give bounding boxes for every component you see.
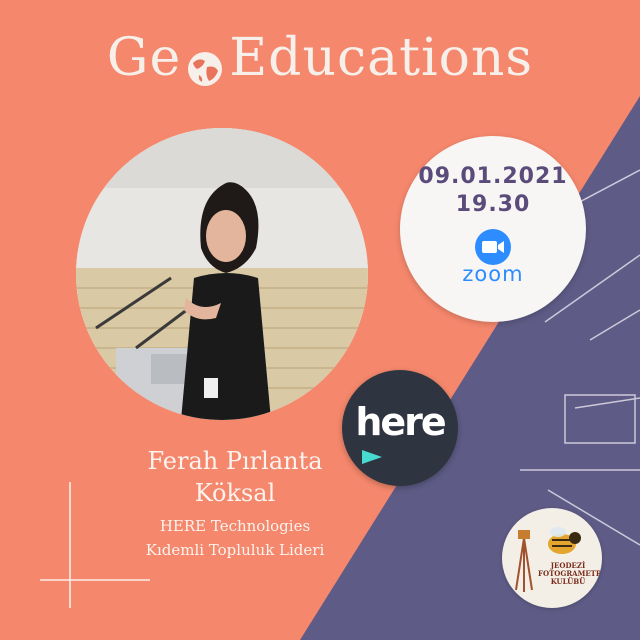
club-name-line-3: KULÜBÜ bbox=[550, 577, 586, 586]
club-name: JEODEZİ FOTOGRAMETRİ KULÜBÜ bbox=[538, 562, 602, 586]
globe-icon bbox=[185, 42, 225, 86]
title-part-2: Educations bbox=[229, 28, 534, 88]
zoom-camera-icon bbox=[474, 228, 512, 266]
speaker-role: Kıdemli Topluluk Lideri bbox=[145, 541, 325, 559]
speaker-photo bbox=[76, 128, 368, 420]
event-time: 19.30 bbox=[455, 192, 531, 217]
page-title: Ge Educations bbox=[0, 28, 640, 88]
title-part-1: Ge bbox=[106, 28, 182, 88]
speaker-name-line-1: Ferah Pırlanta bbox=[147, 447, 323, 475]
speaker-organization: HERE Technologies bbox=[159, 517, 311, 535]
speaker-name-line-2: Köksal bbox=[194, 479, 276, 507]
zoom-label: zoom bbox=[462, 262, 524, 286]
club-logo: JEODEZİ FOTOGRAMETRİ KULÜBÜ bbox=[502, 508, 602, 608]
club-mascot-icon bbox=[515, 527, 581, 592]
event-info-badge: 09.01.2021 19.30 zoom bbox=[400, 136, 586, 322]
poster: Ge Educations 09.01.2021 19.30 zoom here… bbox=[0, 0, 640, 640]
event-date: 09.01.2021 bbox=[418, 164, 568, 189]
here-logo-text: here bbox=[355, 400, 446, 444]
